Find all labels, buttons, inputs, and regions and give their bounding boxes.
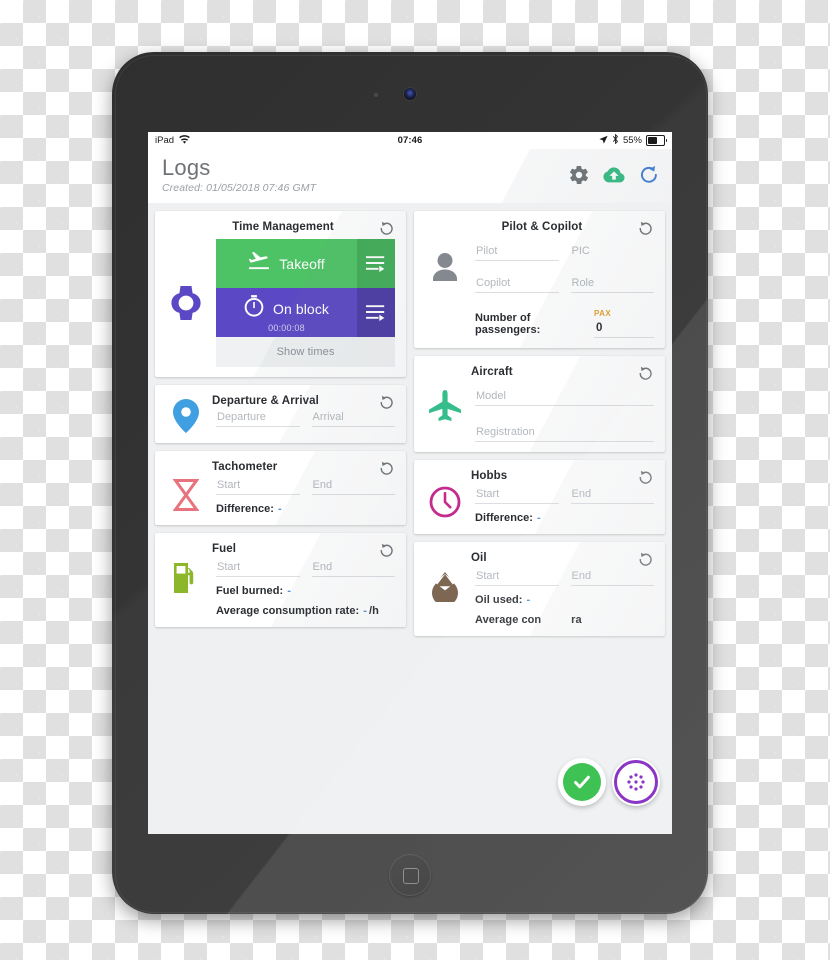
tablet-device: iPad 07:46 55% Logs Created: 01/05/2018 … <box>112 52 708 914</box>
dots-circle-icon <box>614 760 658 804</box>
floating-action-buttons <box>558 758 660 806</box>
more-actions-fab[interactable] <box>612 758 660 806</box>
battery-percent-label: 55% <box>622 135 642 146</box>
location-arrow-icon <box>599 135 608 147</box>
battery-icon <box>646 135 667 146</box>
confirm-fab[interactable] <box>558 758 606 806</box>
bluetooth-icon <box>612 134 619 147</box>
check-icon <box>563 763 601 801</box>
